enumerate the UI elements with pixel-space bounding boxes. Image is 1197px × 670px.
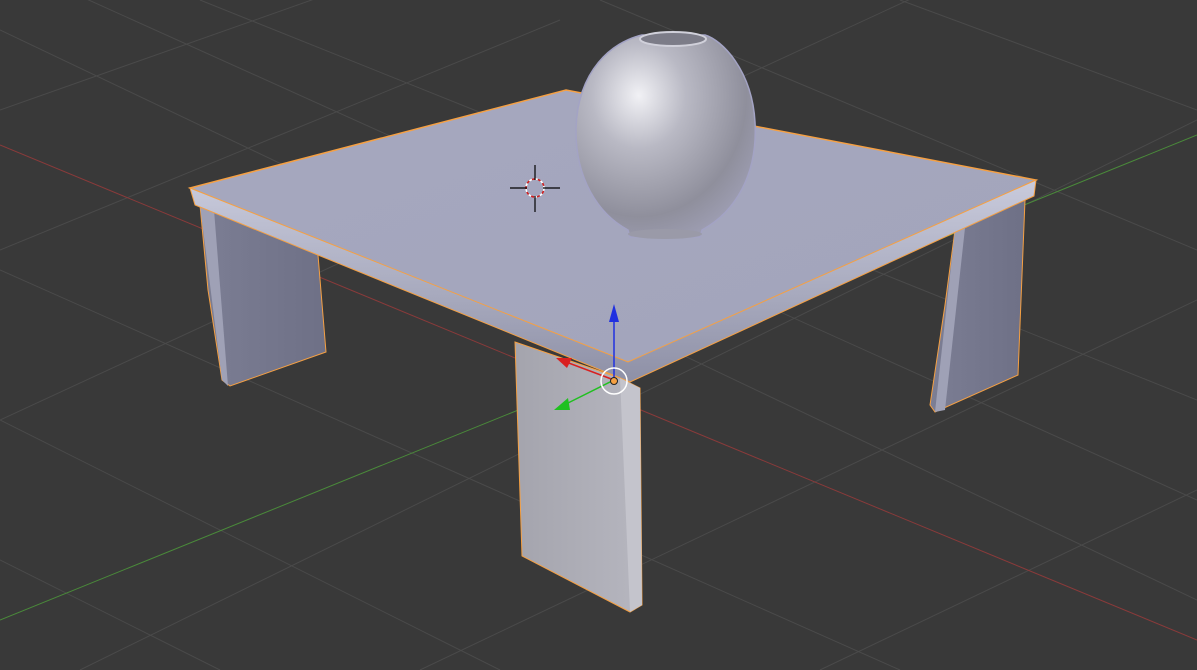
scene-canvas[interactable] bbox=[0, 0, 1197, 670]
3d-viewport[interactable] bbox=[0, 0, 1197, 670]
vase[interactable] bbox=[575, 31, 756, 239]
table-leg-front[interactable] bbox=[514, 341, 643, 613]
origin-dot-icon bbox=[610, 377, 618, 385]
